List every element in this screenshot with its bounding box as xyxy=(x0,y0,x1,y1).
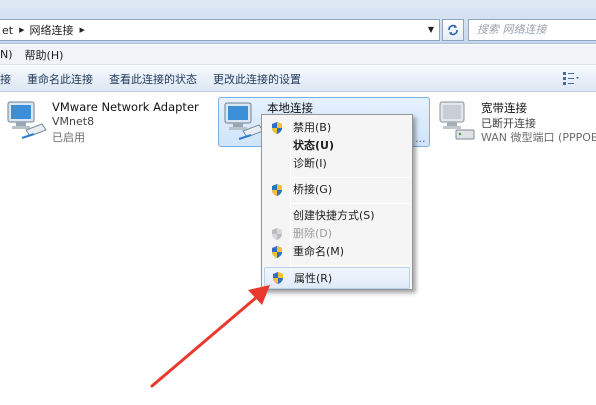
uac-shield-icon xyxy=(272,184,282,196)
ctx-item-label: 创建快捷方式(S) xyxy=(293,209,375,222)
uac-shield-icon xyxy=(272,122,282,134)
adapter-vmware[interactable]: VMware Network Adapter VMnet8 已启用 xyxy=(4,98,204,148)
uac-shield-icon xyxy=(273,272,283,284)
address-bar: et ▶ 网络连接 ▶ ▼ 搜索 网络连接 xyxy=(0,0,596,44)
breadcrumb-current[interactable]: 网络连接 xyxy=(27,22,76,38)
adapter-detail: VMnet8 xyxy=(52,115,95,128)
ctx-separator xyxy=(292,265,410,266)
uac-shield-icon xyxy=(272,228,282,240)
breadcrumb-chevron-icon[interactable]: ▶ xyxy=(76,26,87,34)
address-field[interactable]: et ▶ 网络连接 ▶ ▼ xyxy=(0,19,440,41)
change-view-button[interactable] xyxy=(562,71,584,87)
network-adapter-icon xyxy=(224,102,264,140)
breadcrumb-parent[interactable]: et xyxy=(0,24,16,37)
ctx-item-label: 重命名(M) xyxy=(293,245,345,258)
refresh-icon xyxy=(448,24,458,36)
breadcrumb-separator-icon[interactable]: ▶ xyxy=(16,26,27,34)
adapter-name: VMware Network Adapter xyxy=(52,100,199,114)
menu-item-view[interactable]: N) xyxy=(0,48,19,61)
ctx-item-properties[interactable]: 属性(R) xyxy=(264,267,410,289)
ctx-item-diagnose[interactable]: 诊断(I) xyxy=(264,153,410,175)
refresh-button[interactable] xyxy=(442,19,464,41)
cmd-connect[interactable]: 接 xyxy=(0,71,19,87)
ctx-separator xyxy=(292,177,410,178)
view-list-icon xyxy=(563,72,579,85)
cmd-change-settings[interactable]: 更改此连接的设置 xyxy=(205,71,309,87)
ctx-item-bridge[interactable]: 桥接(G) xyxy=(264,179,410,201)
ctx-item-label: 桥接(G) xyxy=(293,183,333,196)
network-adapter-icon xyxy=(7,101,47,139)
adapter-status: WAN 微型端口 (PPPOE) xyxy=(481,131,596,144)
ctx-item-label: 状态(U) xyxy=(293,139,334,152)
address-dropdown-icon[interactable]: ▼ xyxy=(425,23,437,37)
ctx-item-rename[interactable]: 重命名(M) xyxy=(264,241,410,263)
command-bar: 接 重命名此连接 查看此连接的状态 更改此连接的设置 xyxy=(0,66,596,92)
adapter-broadband[interactable]: 宽带连接 已断开连接 WAN 微型端口 (PPPOE) xyxy=(436,98,596,148)
adapter-status: 已启用 xyxy=(52,131,85,144)
context-menu: 禁用(B) 状态(U) 诊断(I) 桥接(G) 创建快捷方式(S) 删除(D) … xyxy=(261,114,413,290)
ctx-item-label: 属性(R) xyxy=(294,272,333,285)
cmd-view-status[interactable]: 查看此连接的状态 xyxy=(101,71,205,87)
menu-item-help[interactable]: 帮助(H) xyxy=(19,47,70,63)
ctx-item-label: 禁用(B) xyxy=(293,121,332,134)
uac-shield-icon xyxy=(272,246,282,258)
ctx-separator xyxy=(292,203,410,204)
ctx-item-label: 诊断(I) xyxy=(293,157,327,170)
cmd-rename[interactable]: 重命名此连接 xyxy=(19,71,101,87)
ctx-item-label: 删除(D) xyxy=(293,227,333,240)
search-input[interactable]: 搜索 网络连接 xyxy=(468,19,596,41)
broadband-adapter-icon xyxy=(439,101,475,140)
menu-bar: N) 帮助(H) xyxy=(0,45,596,65)
adapter-name: 宽带连接 xyxy=(481,101,527,115)
adapter-ellipsis: ... xyxy=(415,132,426,145)
